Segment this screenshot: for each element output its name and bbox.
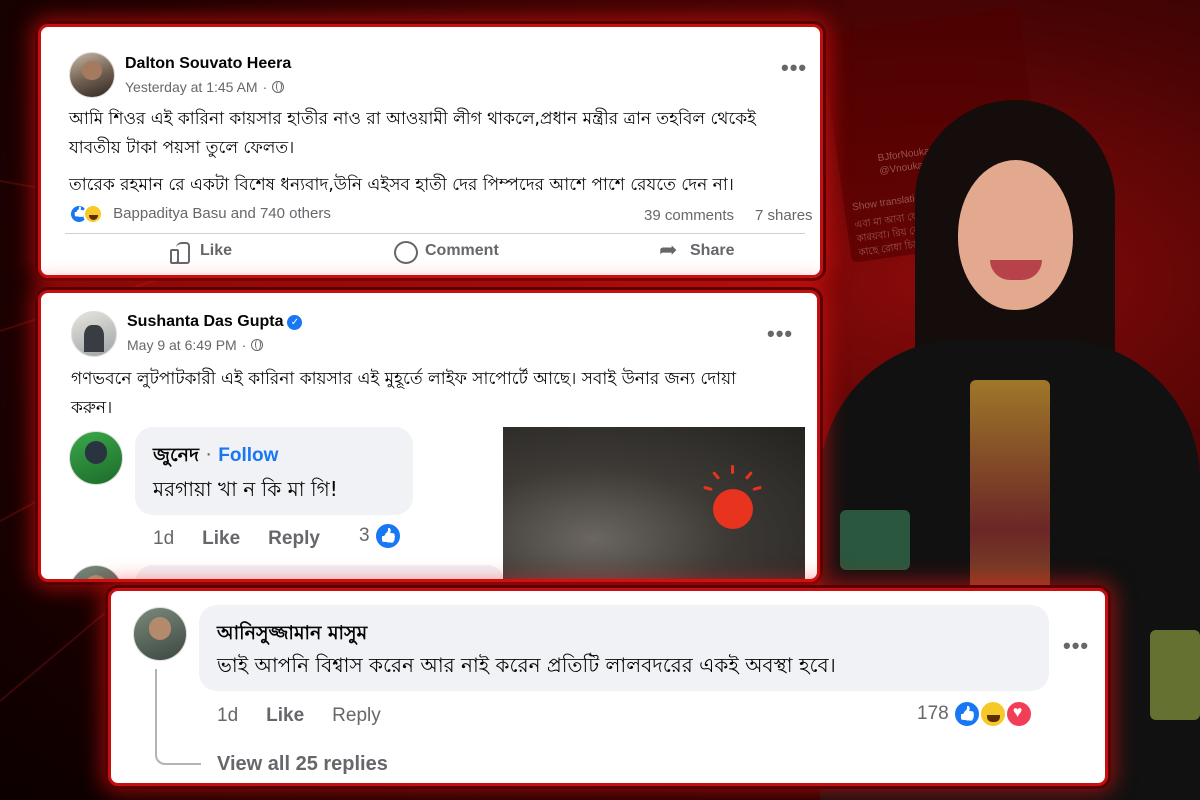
reaction-count: 178 (917, 703, 949, 724)
more-options-icon[interactable]: ••• (1063, 635, 1089, 657)
post-meta: May 9 at 6:49 PM · (127, 337, 264, 353)
globe-icon (272, 81, 285, 93)
share-button[interactable]: Share (659, 237, 735, 263)
like-reaction-icon (952, 700, 981, 728)
share-label: Share (690, 242, 735, 259)
comment-reply-button[interactable]: Reply (332, 705, 381, 727)
thumbs-up-icon (169, 241, 191, 264)
post-card-sushanta: Sushanta Das Gupta ✓ May 9 at 6:49 PM · •… (38, 290, 820, 582)
post-image-thumbnail[interactable] (503, 427, 805, 579)
sun-ray (744, 471, 753, 480)
comment-age[interactable]: 1d (153, 528, 174, 550)
share-icon (659, 237, 681, 263)
post-author[interactable]: Dalton Souvato Heera (125, 55, 291, 73)
portrait-face (958, 160, 1073, 310)
post-text: আমি শিওর এই কারিনা কায়সার হাতীর নাও রা … (69, 105, 814, 200)
comment-button[interactable]: Comment (394, 241, 499, 264)
more-options-icon[interactable]: ••• (781, 57, 807, 79)
like-button[interactable]: Like (169, 241, 233, 264)
comment-author-row: জুনেদ · Follow (153, 441, 278, 473)
post-text-line: যাবতীয় টাকা পয়সা তুলে ফেলত। (69, 138, 295, 158)
dress-sleeve-pattern (840, 510, 910, 570)
post-author[interactable]: Sushanta Das Gupta ✓ (127, 313, 303, 331)
avatar[interactable] (69, 52, 115, 98)
love-reaction-icon (1004, 700, 1033, 728)
post-meta: Yesterday at 1:45 AM · (125, 79, 285, 95)
follow-link[interactable]: Follow (218, 445, 278, 466)
post-text-line: করুন। (71, 398, 113, 418)
sun-ray (731, 465, 734, 474)
comment-icon (394, 241, 418, 264)
post-text-line: গণভবনে লুটপাটকারী এই কারিনা কায়সার এই ম… (71, 369, 737, 389)
comment-bubble (135, 565, 505, 579)
comment-card-anisuzzaman: আনিসুজ্জামান মাসুম ভাই আপনি বিশ্বাস করেন… (108, 588, 1108, 786)
separator-dot: · (205, 444, 212, 466)
comment-reaction-count[interactable]: 178 (917, 700, 1033, 728)
like-label: Like (200, 242, 233, 259)
post-text-line: তারেক রহমান রে একটা বিশেষ ধন্যবাদ,উনি এই… (69, 175, 734, 195)
more-options-icon[interactable]: ••• (767, 323, 793, 345)
post-card-dalton: Dalton Souvato Heera Yesterday at 1:45 A… (38, 24, 823, 278)
comment-age[interactable]: 1d (217, 705, 238, 727)
haha-reaction-icon (978, 700, 1007, 728)
post-author-name: Sushanta Das Gupta (127, 313, 284, 330)
red-sun-icon (713, 489, 753, 529)
comments-count[interactable]: 39 comments (644, 207, 734, 224)
comment-bubble: আনিসুজ্জামান মাসুম ভাই আপনি বিশ্বাস করেন… (199, 605, 1049, 691)
avatar[interactable] (69, 431, 123, 485)
comment-text: মরগায়া খা ন কি মা গি! (153, 477, 338, 501)
post-time[interactable]: Yesterday at 1:45 AM (125, 79, 258, 95)
verified-badge-icon: ✓ (287, 315, 303, 330)
sun-ray (703, 485, 713, 492)
sun-ray (752, 485, 762, 492)
post-text: গণভবনে লুটপাটকারী এই কারিনা কায়সার এই ম… (71, 365, 811, 423)
comment-like-button[interactable]: Like (202, 528, 240, 550)
comment-reaction-count[interactable]: 3 (359, 522, 402, 550)
comment-actions: 1d Like Reply (153, 528, 320, 550)
comment-like-button[interactable]: Like (266, 705, 304, 727)
reaction-count: 3 (359, 525, 370, 546)
comment-reply-button[interactable]: Reply (268, 528, 320, 550)
post-time[interactable]: May 9 at 6:49 PM (127, 337, 237, 353)
post-text-line: আমি শিওর এই কারিনা কায়সার হাতীর নাও রা … (69, 109, 756, 129)
comment-author[interactable]: আনিসুজ্জামান মাসুম (217, 619, 367, 651)
view-all-replies-link[interactable]: View all 25 replies (217, 753, 388, 776)
globe-icon (251, 339, 264, 351)
like-reaction-icon (373, 522, 402, 550)
comment-text: ভাই আপনি বিশ্বাস করেন আর নাই করেন প্রতিট… (217, 653, 836, 677)
shares-count[interactable]: 7 shares (755, 207, 813, 224)
sun-ray (712, 471, 721, 480)
haha-reaction-icon (83, 204, 103, 224)
comment-label: Comment (425, 242, 499, 259)
reactions-summary[interactable]: Bappaditya Basu and 740 others (69, 204, 331, 224)
dress-sleeve-pattern (1150, 630, 1200, 720)
comment-bubble: জুনেদ · Follow মরগায়া খা ন কি মা গি! (135, 427, 413, 515)
reply-thread-line (155, 669, 201, 765)
comment-author[interactable]: জুনেদ (153, 444, 199, 466)
avatar[interactable] (133, 607, 187, 661)
comment-actions: 1d Like Reply (217, 705, 381, 727)
divider (65, 233, 805, 234)
avatar[interactable] (69, 565, 123, 579)
avatar[interactable] (71, 311, 117, 357)
reactions-text: Bappaditya Basu and 740 others (113, 204, 331, 222)
